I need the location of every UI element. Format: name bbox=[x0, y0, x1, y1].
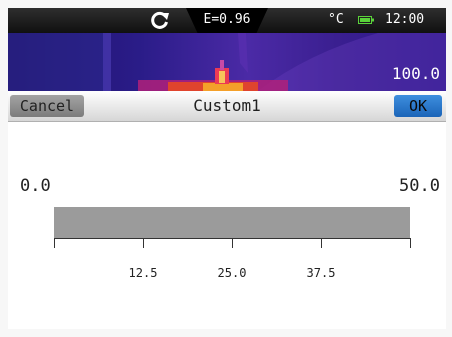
range-min-label: 0.0 bbox=[20, 176, 51, 196]
tick-mark bbox=[232, 238, 233, 248]
tick-mark bbox=[143, 238, 144, 248]
tick-label: 12.5 bbox=[128, 266, 158, 280]
tick-mark bbox=[321, 238, 322, 248]
title-bar: Cancel Custom1 OK bbox=[8, 91, 446, 122]
ok-button[interactable]: OK bbox=[394, 95, 442, 117]
thermal-image: 100.0 bbox=[8, 33, 446, 91]
temperature-unit: °C bbox=[328, 12, 344, 27]
range-max-label: 50.0 bbox=[399, 176, 440, 196]
thermal-image-graphic bbox=[8, 33, 446, 91]
page-title: Custom1 bbox=[193, 96, 261, 115]
clock: 12:00 bbox=[385, 12, 425, 27]
tick-label: 37.5 bbox=[306, 266, 336, 280]
refresh-icon[interactable] bbox=[150, 10, 170, 30]
tick-mark bbox=[54, 238, 55, 248]
range-slider-bar[interactable] bbox=[54, 207, 410, 238]
tick-label: 25.0 bbox=[217, 266, 247, 280]
tick-mark bbox=[410, 238, 411, 248]
emissivity-tab[interactable]: E=0.96 bbox=[186, 8, 268, 33]
status-bar: E=0.96 °C 12:00 bbox=[8, 8, 446, 33]
emissivity-value: E=0.96 bbox=[203, 12, 251, 27]
battery-icon bbox=[358, 16, 374, 24]
device-screen: E=0.96 °C 12:00 100.0 Cancel Custom1 OK bbox=[8, 8, 446, 329]
max-temperature: 100.0 bbox=[391, 64, 440, 83]
